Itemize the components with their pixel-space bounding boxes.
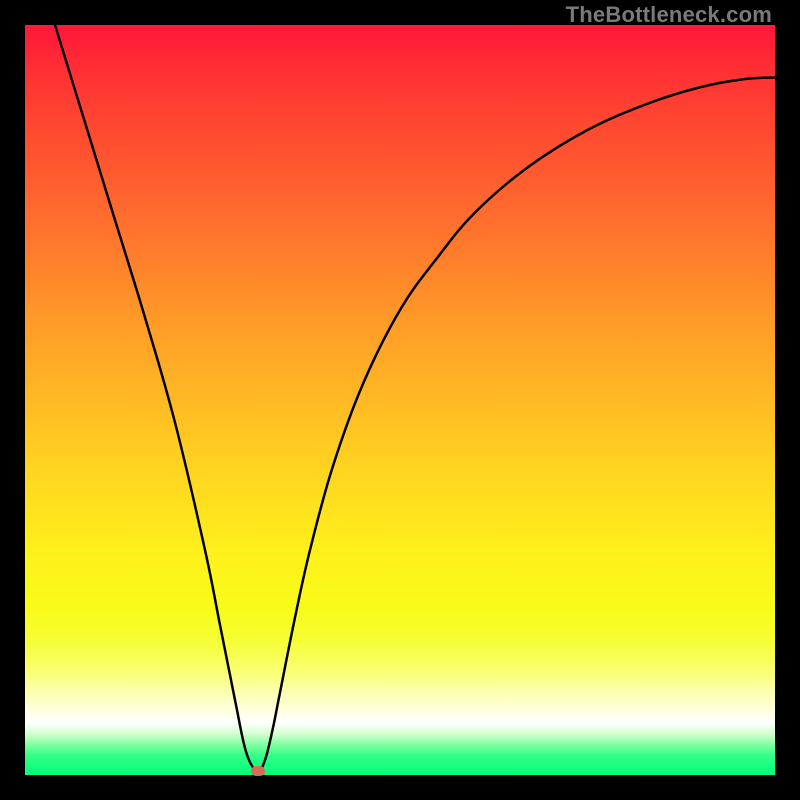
optimum-marker — [251, 766, 265, 776]
bottleneck-curve — [55, 25, 775, 771]
chart-container: TheBottleneck.com — [0, 0, 800, 800]
plot-area — [25, 25, 775, 775]
watermark-text: TheBottleneck.com — [566, 2, 772, 28]
curve-svg — [25, 25, 775, 775]
